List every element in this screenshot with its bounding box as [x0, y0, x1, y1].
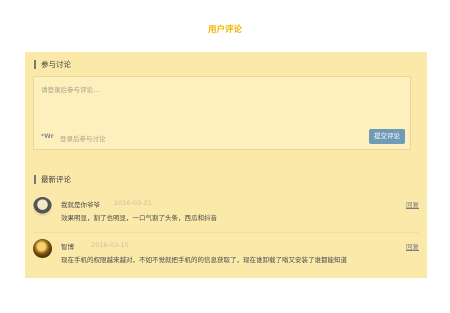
comment-item: 我就是你爷爷 2016-03-21 回复 效果明显，割了也明显，一口气割了头条，…: [33, 197, 419, 233]
comment-form-footer: *Wr 登录后参与讨论 提交评论: [34, 127, 410, 149]
comment-text: 现在手机的权限越来越对，不如不觉就把手机的的信息获取了，现在谁卸载了嗡又安装了谁…: [61, 256, 347, 264]
reply-link[interactable]: 回复: [406, 241, 419, 251]
submit-comment-button[interactable]: 提交评论: [369, 129, 405, 144]
comment-author: 我就是你爷爷: [61, 201, 100, 209]
comment-divider: [33, 232, 419, 233]
login-link[interactable]: 登录后参与讨论: [60, 133, 106, 143]
comment-author: 智博: [61, 243, 74, 251]
reply-link[interactable]: 回复: [406, 199, 419, 209]
comment-text: 效果明显，割了也明显，一口气割了头条，西瓜和抖音: [61, 214, 217, 222]
comment-date: 2016-03-15: [91, 241, 129, 249]
user-avatar-text: *Wr: [41, 133, 54, 140]
comment-item: 智博 2016-03-15 回复 现在手机的权限越来越对，不如不觉就把手机的的信…: [33, 239, 419, 275]
avatar: [33, 239, 52, 258]
avatar: [33, 197, 52, 216]
join-discussion-heading: 参与讨论: [34, 60, 71, 69]
comment-date: 2016-03-21: [114, 199, 152, 207]
page-title: 用户评论: [207, 25, 242, 35]
comment-panel: 参与讨论 *Wr 登录后参与讨论 提交评论 最新评论 我就是你爷爷 2016-0…: [25, 52, 427, 278]
latest-comments-heading: 最新评论: [34, 175, 71, 184]
comment-input[interactable]: [34, 77, 410, 129]
comment-form: *Wr 登录后参与讨论 提交评论: [33, 76, 411, 150]
